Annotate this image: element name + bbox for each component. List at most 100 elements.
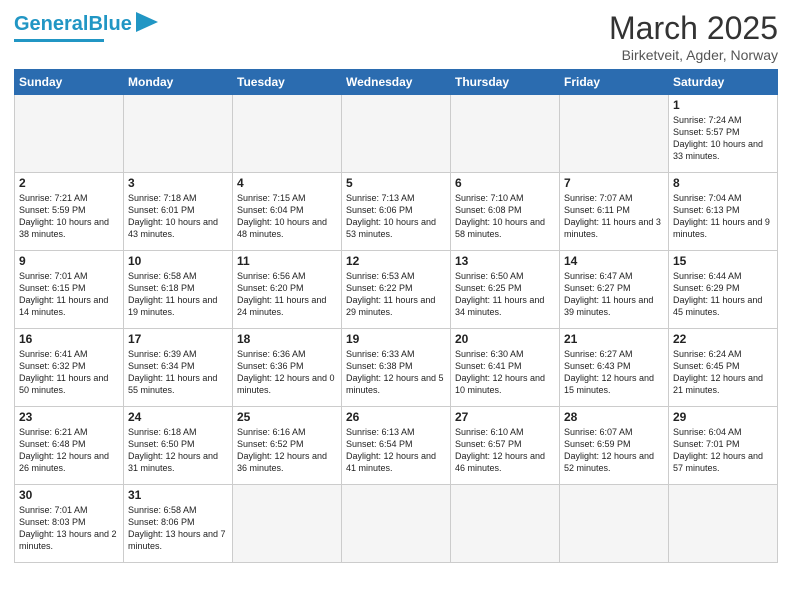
day-number: 10 bbox=[128, 254, 228, 268]
table-row: 12Sunrise: 6:53 AM Sunset: 6:22 PM Dayli… bbox=[342, 251, 451, 329]
day-number: 28 bbox=[564, 410, 664, 424]
table-row: 14 Sunrise: 6:47 AM Sunset: 6:27 PM Dayli… bbox=[560, 251, 669, 329]
day-number: 4 bbox=[237, 176, 337, 190]
day-number: 14 bbox=[564, 254, 664, 268]
day-number: 3 bbox=[128, 176, 228, 190]
table-row bbox=[451, 95, 560, 173]
day-number: 21 bbox=[564, 332, 664, 346]
day-number: 17 bbox=[128, 332, 228, 346]
day-number: 19 bbox=[346, 332, 446, 346]
cell-info: Sunrise: 6:50 AM Sunset: 6:25 PM Dayligh… bbox=[455, 270, 555, 319]
page: GeneralBlue March 2025 Birketveit, Agder… bbox=[0, 0, 792, 612]
day-number: 27 bbox=[455, 410, 555, 424]
table-row: 4 Sunrise: 7:15 AM Sunset: 6:04 PM Daylig… bbox=[233, 173, 342, 251]
table-row bbox=[124, 95, 233, 173]
cell-info: Sunrise: 7:24 AM Sunset: 5:57 PM Dayligh… bbox=[673, 114, 773, 163]
day-number: 18 bbox=[237, 332, 337, 346]
table-row bbox=[342, 485, 451, 563]
day-number: 5 bbox=[346, 176, 446, 190]
cell-info: Sunrise: 7:07 AM Sunset: 6:11 PM Dayligh… bbox=[564, 192, 664, 241]
logo-blue: Blue bbox=[88, 13, 131, 35]
cell-info: Sunrise: 7:01 AM Sunset: 6:15 PM Dayligh… bbox=[19, 270, 119, 319]
day-number: 26 bbox=[346, 410, 446, 424]
day-number: 30 bbox=[19, 488, 119, 502]
logo-icon bbox=[136, 12, 158, 32]
table-row: 9 Sunrise: 7:01 AM Sunset: 6:15 PM Daylig… bbox=[15, 251, 124, 329]
table-row bbox=[560, 95, 669, 173]
cell-info: Sunrise: 6:18 AM Sunset: 6:50 PM Dayligh… bbox=[128, 426, 228, 475]
day-number: 1 bbox=[673, 98, 773, 112]
day-number: 20 bbox=[455, 332, 555, 346]
cell-info: Sunrise: 7:18 AM Sunset: 6:01 PM Dayligh… bbox=[128, 192, 228, 241]
table-row: 29 Sunrise: 6:04 AM Sunset: 7:01 PM Dayli… bbox=[669, 407, 778, 485]
table-row: 30Sunrise: 7:01 AM Sunset: 8:03 PM Dayli… bbox=[15, 485, 124, 563]
day-number: 15 bbox=[673, 254, 773, 268]
header: GeneralBlue March 2025 Birketveit, Agder… bbox=[14, 10, 778, 63]
cell-info: Sunrise: 7:13 AM Sunset: 6:06 PM Dayligh… bbox=[346, 192, 446, 241]
day-number: 9 bbox=[19, 254, 119, 268]
cell-info: Sunrise: 6:44 AM Sunset: 6:29 PM Dayligh… bbox=[673, 270, 773, 319]
day-number: 16 bbox=[19, 332, 119, 346]
th-thursday: Thursday bbox=[451, 70, 560, 95]
table-row: 16 Sunrise: 6:41 AM Sunset: 6:32 PM Dayli… bbox=[15, 329, 124, 407]
cell-info: Sunrise: 6:16 AM Sunset: 6:52 PM Dayligh… bbox=[237, 426, 337, 475]
cell-info: Sunrise: 6:27 AM Sunset: 6:43 PM Dayligh… bbox=[564, 348, 664, 397]
table-row: 20 Sunrise: 6:30 AM Sunset: 6:41 PM Dayli… bbox=[451, 329, 560, 407]
table-row: 5 Sunrise: 7:13 AM Sunset: 6:06 PM Daylig… bbox=[342, 173, 451, 251]
cell-info: Sunrise: 7:10 AM Sunset: 6:08 PM Dayligh… bbox=[455, 192, 555, 241]
table-row bbox=[233, 485, 342, 563]
day-number: 25 bbox=[237, 410, 337, 424]
table-row: 10 Sunrise: 6:58 AM Sunset: 6:18 PM Dayli… bbox=[124, 251, 233, 329]
logo: GeneralBlue bbox=[14, 10, 158, 42]
cell-info: Sunrise: 6:58 AM Sunset: 6:18 PM Dayligh… bbox=[128, 270, 228, 319]
day-number: 29 bbox=[673, 410, 773, 424]
table-row: 17 Sunrise: 6:39 AM Sunset: 6:34 PM Dayli… bbox=[124, 329, 233, 407]
table-row bbox=[560, 485, 669, 563]
logo-text: GeneralBlue bbox=[14, 14, 132, 34]
th-monday: Monday bbox=[124, 70, 233, 95]
table-row: 19Sunrise: 6:33 AM Sunset: 6:38 PM Dayli… bbox=[342, 329, 451, 407]
cell-info: Sunrise: 6:04 AM Sunset: 7:01 PM Dayligh… bbox=[673, 426, 773, 475]
day-number: 31 bbox=[128, 488, 228, 502]
calendar-header-row: Sunday Monday Tuesday Wednesday Thursday… bbox=[15, 70, 778, 95]
table-row: 11Sunrise: 6:56 AM Sunset: 6:20 PM Dayli… bbox=[233, 251, 342, 329]
table-row: 22 Sunrise: 6:24 AM Sunset: 6:45 PM Dayli… bbox=[669, 329, 778, 407]
calendar-body: 1 Sunrise: 7:24 AM Sunset: 5:57 PM Daylig… bbox=[15, 95, 778, 563]
table-row: 18Sunrise: 6:36 AM Sunset: 6:36 PM Dayli… bbox=[233, 329, 342, 407]
cell-info: Sunrise: 6:30 AM Sunset: 6:41 PM Dayligh… bbox=[455, 348, 555, 397]
calendar-week-row: 23Sunrise: 6:21 AM Sunset: 6:48 PM Dayli… bbox=[15, 407, 778, 485]
table-row: 26Sunrise: 6:13 AM Sunset: 6:54 PM Dayli… bbox=[342, 407, 451, 485]
table-row bbox=[342, 95, 451, 173]
cell-info: Sunrise: 7:15 AM Sunset: 6:04 PM Dayligh… bbox=[237, 192, 337, 241]
title-area: March 2025 Birketveit, Agder, Norway bbox=[609, 10, 778, 63]
cell-info: Sunrise: 6:21 AM Sunset: 6:48 PM Dayligh… bbox=[19, 426, 119, 475]
table-row: 24Sunrise: 6:18 AM Sunset: 6:50 PM Dayli… bbox=[124, 407, 233, 485]
table-row: 25 Sunrise: 6:16 AM Sunset: 6:52 PM Dayli… bbox=[233, 407, 342, 485]
cell-info: Sunrise: 6:53 AM Sunset: 6:22 PM Dayligh… bbox=[346, 270, 446, 319]
cell-info: Sunrise: 6:47 AM Sunset: 6:27 PM Dayligh… bbox=[564, 270, 664, 319]
cell-info: Sunrise: 6:41 AM Sunset: 6:32 PM Dayligh… bbox=[19, 348, 119, 397]
month-title: March 2025 bbox=[609, 10, 778, 47]
calendar-week-row: 30Sunrise: 7:01 AM Sunset: 8:03 PM Dayli… bbox=[15, 485, 778, 563]
th-tuesday: Tuesday bbox=[233, 70, 342, 95]
table-row bbox=[451, 485, 560, 563]
day-number: 6 bbox=[455, 176, 555, 190]
day-number: 2 bbox=[19, 176, 119, 190]
th-saturday: Saturday bbox=[669, 70, 778, 95]
cell-info: Sunrise: 7:04 AM Sunset: 6:13 PM Dayligh… bbox=[673, 192, 773, 241]
logo-general: General bbox=[14, 13, 88, 35]
calendar: Sunday Monday Tuesday Wednesday Thursday… bbox=[14, 69, 778, 563]
logo-underline bbox=[14, 39, 104, 42]
table-row: 15 Sunrise: 6:44 AM Sunset: 6:29 PM Dayli… bbox=[669, 251, 778, 329]
day-number: 22 bbox=[673, 332, 773, 346]
cell-info: Sunrise: 6:58 AM Sunset: 8:06 PM Dayligh… bbox=[128, 504, 228, 553]
table-row: 31 Sunrise: 6:58 AM Sunset: 8:06 PM Dayli… bbox=[124, 485, 233, 563]
cell-info: Sunrise: 6:24 AM Sunset: 6:45 PM Dayligh… bbox=[673, 348, 773, 397]
cell-info: Sunrise: 6:39 AM Sunset: 6:34 PM Dayligh… bbox=[128, 348, 228, 397]
th-friday: Friday bbox=[560, 70, 669, 95]
day-number: 13 bbox=[455, 254, 555, 268]
day-number: 7 bbox=[564, 176, 664, 190]
table-row: 13 Sunrise: 6:50 AM Sunset: 6:25 PM Dayli… bbox=[451, 251, 560, 329]
cell-info: Sunrise: 6:56 AM Sunset: 6:20 PM Dayligh… bbox=[237, 270, 337, 319]
calendar-week-row: 16 Sunrise: 6:41 AM Sunset: 6:32 PM Dayli… bbox=[15, 329, 778, 407]
